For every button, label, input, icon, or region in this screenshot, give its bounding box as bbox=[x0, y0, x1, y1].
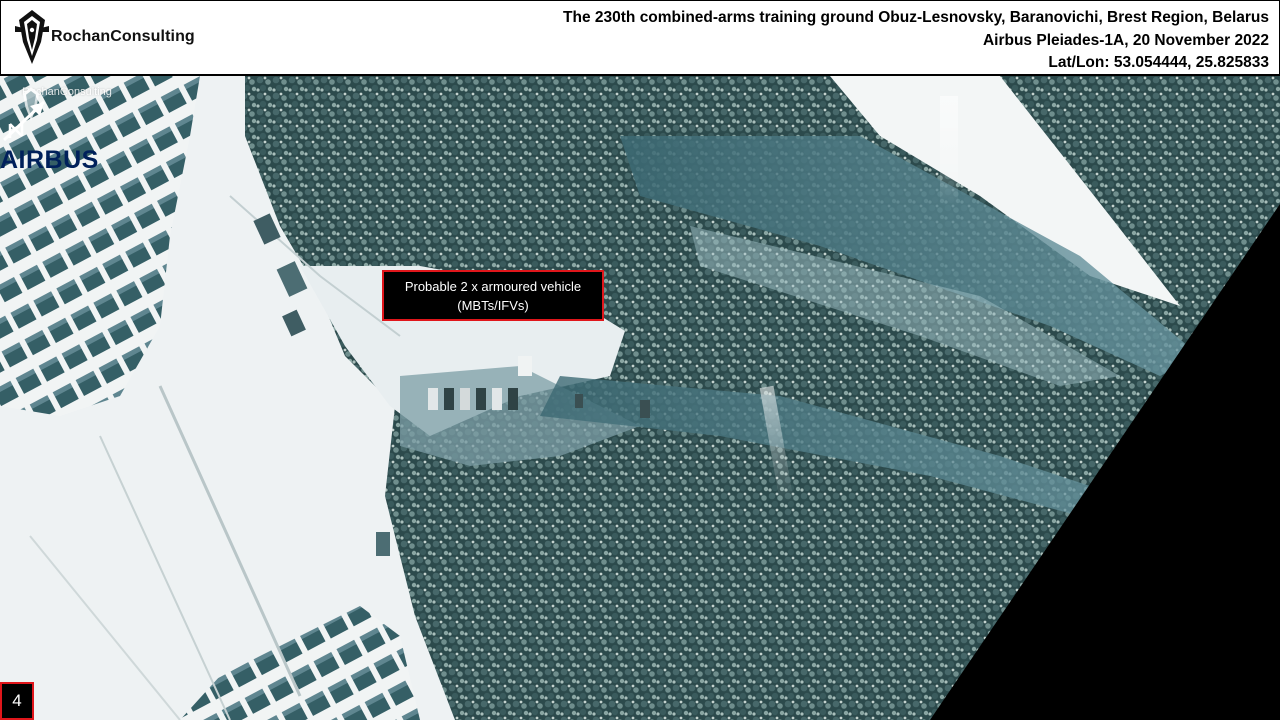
airbus-logo: AIRBUS bbox=[0, 146, 99, 174]
annotation-line1: Probable 2 x armoured vehicle bbox=[404, 279, 582, 294]
slide-number: 4 bbox=[0, 682, 34, 720]
image-coordinates: Lat/Lon: 53.054444, 25.825833 bbox=[1048, 54, 1269, 71]
airbus-logo-text: AIRBUS bbox=[0, 146, 99, 174]
brand-name: RochanConsulting bbox=[51, 28, 195, 45]
image-source: Airbus Pleiades-1A, 20 November 2022 bbox=[982, 31, 1269, 49]
annotation-line2: (MBTs/IFVs) bbox=[457, 298, 529, 313]
annotation-callout: Probable 2 x armoured vehicle (MBTs/IFVs… bbox=[382, 270, 604, 321]
brand-logo: RochanConsulting bbox=[15, 7, 195, 67]
watermark-rochan: RochanConsulting bbox=[20, 86, 112, 121]
north-arrow-icon bbox=[2, 100, 46, 142]
terrain-layer bbox=[0, 76, 1280, 720]
header-band: RochanConsulting The 230th combined-arms… bbox=[0, 0, 1280, 76]
image-title: The 230th combined-arms training ground … bbox=[563, 9, 1269, 26]
pen-nib-logo-icon bbox=[15, 10, 49, 64]
satellite-image: RochanConsulting AIRBUS Probable 2 x arm… bbox=[0, 76, 1280, 720]
header-caption: The 230th combined-arms training ground … bbox=[563, 7, 1269, 75]
